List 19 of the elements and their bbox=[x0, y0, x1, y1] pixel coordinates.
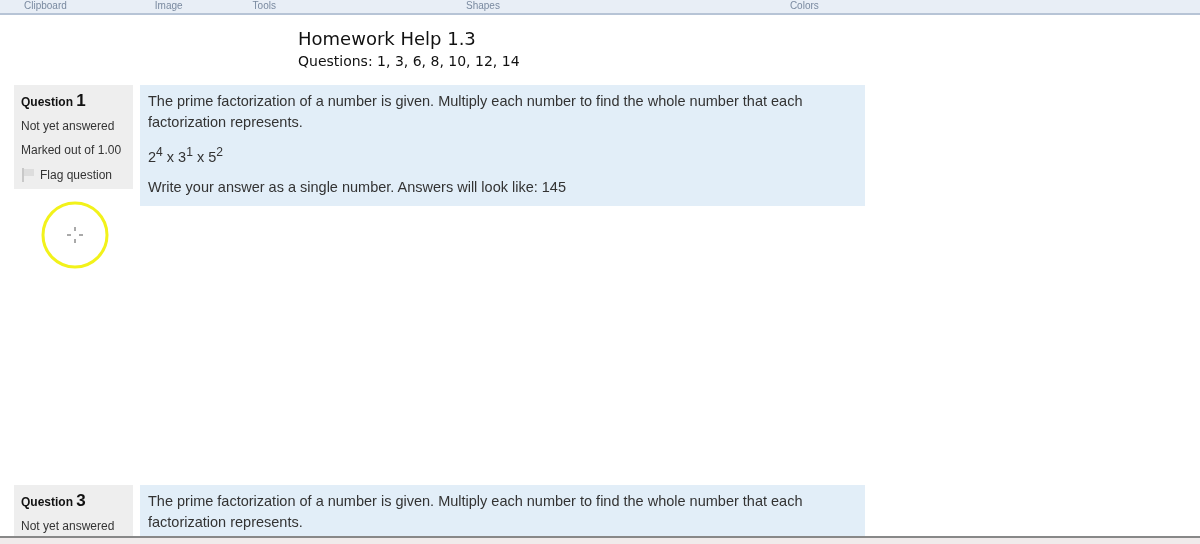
question-number: Question 3 bbox=[21, 490, 86, 511]
question-text: The prime factorization of a number is given. Multiply each number to find the whole number that each factorization represents. bbox=[148, 92, 804, 132]
ribbon-group-label: Shapes bbox=[465, 0, 500, 12]
question-text: 2$^{4}$ x 3$^{1}$ x 5$^{2}$ bbox=[148, 144, 224, 167]
ribbon-group-label: Colors bbox=[789, 0, 819, 12]
question-marks: Marked out of 1.00 bbox=[21, 143, 122, 157]
question-text: Write your answer as a single number. Answers will look like: 145 bbox=[148, 177, 567, 197]
question-list: Questions: 1, 3, 6, 8, 10, 12, 14 bbox=[298, 53, 520, 69]
ribbon-group-label: Tools bbox=[252, 0, 276, 12]
question-status: Not yet answered bbox=[21, 518, 115, 533]
flag-question-link[interactable]: Flag question bbox=[21, 167, 113, 183]
question-text: The prime factorization of a number is given. Multiply each number to find the whole number that each factorization represents. bbox=[148, 491, 804, 532]
page-title: Homework Help 1.3 bbox=[298, 28, 476, 49]
question-number: Question 1 bbox=[21, 91, 86, 111]
ribbon-group-label: Clipboard bbox=[24, 0, 67, 12]
ribbon-group-label: Image bbox=[154, 0, 183, 12]
cursor-highlight-drawing bbox=[40, 200, 110, 270]
question-status: Not yet answered bbox=[21, 119, 115, 133]
flag-icon bbox=[21, 167, 35, 183]
